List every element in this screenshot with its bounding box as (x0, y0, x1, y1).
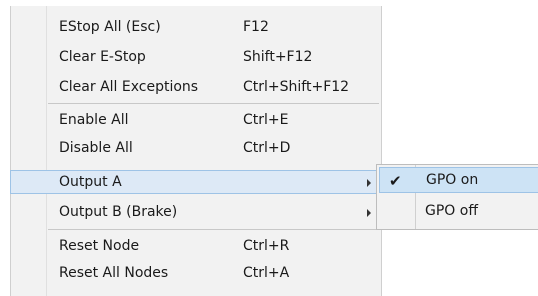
menu-separator (48, 229, 379, 230)
menu-item-shortcut: Ctrl+R (243, 238, 290, 254)
menu-item-label: Enable All (59, 112, 129, 128)
menu-item-shortcut: Ctrl+Shift+F12 (243, 79, 350, 95)
menu-item-label: Clear All Exceptions (59, 79, 199, 95)
menu-item-reset-all-nodes[interactable]: Reset All Nodes Ctrl+A (11, 262, 381, 286)
menu-item-label: Reset All Nodes (59, 265, 169, 281)
menu-item-estop-all[interactable]: EStop All (Esc) F12 (11, 16, 381, 40)
menu-separator (48, 103, 379, 104)
output-a-submenu: ✔ GPO on GPO off (376, 164, 538, 230)
menu-item-output-b-brake[interactable]: Output B (Brake) (11, 201, 381, 225)
context-menu: EStop All (Esc) F12 Clear E-Stop Shift+F… (10, 6, 382, 296)
menu-item-clear-estop[interactable]: Clear E-Stop Shift+F12 (11, 46, 381, 70)
submenu-item-gpo-off[interactable]: GPO off (379, 199, 538, 225)
submenu-item-label: GPO on (426, 172, 479, 188)
submenu-item-gpo-on[interactable]: ✔ GPO on (379, 167, 538, 193)
menu-item-shortcut: F12 (243, 19, 269, 35)
submenu-item-label: GPO off (425, 203, 478, 219)
menu-item-clear-all-exceptions[interactable]: Clear All Exceptions Ctrl+Shift+F12 (11, 76, 381, 100)
menu-item-label: EStop All (Esc) (59, 19, 161, 35)
checkmark-icon: ✔ (389, 172, 402, 190)
menu-item-shortcut: Ctrl+E (243, 112, 289, 128)
chevron-right-icon (367, 179, 371, 187)
menu-item-label: Reset Node (59, 238, 140, 254)
chevron-right-icon (367, 209, 371, 217)
menu-item-shortcut: Ctrl+A (243, 265, 290, 281)
menu-item-label: Disable All (59, 140, 133, 156)
menu-item-label: Output B (Brake) (59, 204, 178, 220)
menu-item-output-a[interactable]: Output A (10, 170, 382, 194)
menu-item-disable-all[interactable]: Disable All Ctrl+D (11, 137, 381, 161)
menu-item-shortcut: Shift+F12 (243, 49, 313, 65)
menu-item-enable-all[interactable]: Enable All Ctrl+E (11, 109, 381, 133)
menu-item-label: Clear E-Stop (59, 49, 146, 65)
menu-item-label: Output A (59, 174, 122, 190)
menu-item-reset-node[interactable]: Reset Node Ctrl+R (11, 235, 381, 259)
menu-item-shortcut: Ctrl+D (243, 140, 291, 156)
